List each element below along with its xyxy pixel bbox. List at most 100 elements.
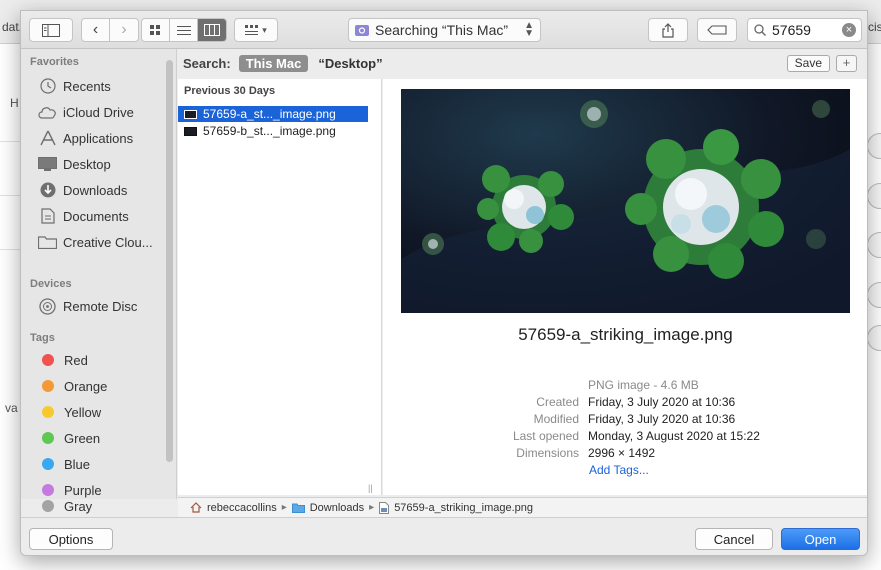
- sidebar-item-label: Desktop: [63, 156, 111, 172]
- folder-icon: [38, 234, 57, 251]
- folder-icon: [291, 503, 305, 513]
- group-by-button[interactable]: ▾: [234, 18, 278, 42]
- meta-key-created: Created: [536, 395, 579, 409]
- sidebar-item-label: iCloud Drive: [63, 104, 134, 120]
- sidebar-section-title: Favorites: [30, 56, 79, 68]
- file-name: 57659-b_st..._image.png: [203, 124, 336, 138]
- scope-this-mac-button[interactable]: This Mac: [238, 54, 309, 72]
- sidebar-item-desktop[interactable]: Desktop: [38, 153, 173, 175]
- sidebar-item-label: Applications: [63, 130, 134, 146]
- sidebar-item-label: Orange: [64, 378, 108, 394]
- location-popup[interactable]: Searching “This Mac” ▲ ▼: [348, 18, 541, 42]
- column-view-button[interactable]: [198, 19, 226, 41]
- meta-value-modified: Friday, 3 July 2020 at 10:36: [588, 412, 736, 426]
- sidebar-item-tag-red[interactable]: Red: [38, 349, 173, 371]
- home-icon: [190, 502, 202, 513]
- columns-icon: [204, 24, 220, 36]
- sidebar-item-label: Green: [64, 430, 101, 446]
- forward-button[interactable]: ›: [110, 19, 138, 41]
- list-view-button[interactable]: [170, 19, 198, 41]
- search-field[interactable]: 57659 ×: [747, 18, 862, 42]
- sidebar-item-documents[interactable]: Documents: [38, 205, 173, 227]
- sidebar-item-recents[interactable]: Recents: [38, 75, 173, 97]
- image-file-icon: [184, 126, 197, 136]
- tag-color-dot: [42, 406, 54, 418]
- cancel-button[interactable]: Cancel: [695, 528, 773, 550]
- share-icon: [662, 22, 674, 38]
- meta-key-modified: Modified: [533, 412, 579, 426]
- list-icon: [176, 25, 191, 35]
- back-forward-control: ‹ ›: [81, 18, 139, 42]
- path-item-downloads[interactable]: Downloads: [310, 502, 364, 514]
- options-button[interactable]: Options: [29, 528, 113, 550]
- file-name: 57659-a_st..._image.png: [203, 107, 336, 121]
- disc-icon: [38, 297, 57, 315]
- background-radio: [867, 232, 881, 258]
- path-item-file[interactable]: 57659-a_striking_image.png: [394, 502, 533, 514]
- file-kind: PNG image - 4.6 MB: [588, 378, 699, 392]
- sidebar-item-icloud-drive[interactable]: iCloud Drive: [38, 101, 173, 123]
- tag-color-dot: [42, 380, 54, 392]
- column-resize-handle[interactable]: ||: [368, 483, 373, 493]
- location-label: Searching “This Mac”: [375, 22, 509, 38]
- grid-icon: [150, 24, 160, 35]
- dialog-footer: Options Cancel Open: [21, 517, 867, 555]
- sidebar-item-label: Gray: [64, 498, 93, 514]
- background-fragment: cis: [868, 20, 881, 34]
- sidebar-section-title: Devices: [30, 278, 72, 290]
- sidebar-item-tag-gray[interactable]: Gray: [38, 495, 173, 517]
- search-input[interactable]: 57659: [772, 22, 811, 38]
- desktop-icon: [38, 156, 57, 173]
- cloud-icon: [38, 104, 57, 121]
- tag-button[interactable]: [697, 18, 737, 42]
- meta-key-last-opened: Last opened: [512, 429, 579, 443]
- preview-pane: 57659-a_striking_image.png PNG image - 4…: [383, 79, 867, 495]
- file-row[interactable]: 57659-b_st..._image.png: [178, 123, 368, 139]
- sidebar-scrollbar[interactable]: [166, 60, 173, 462]
- sidebar: Favorites Recents iCloud Drive Applicati…: [21, 49, 177, 499]
- add-criteria-button[interactable]: +: [836, 55, 857, 72]
- group-icon: [245, 24, 259, 35]
- tag-color-dot: [42, 354, 54, 366]
- path-item-home[interactable]: rebeccacollins: [207, 502, 277, 514]
- sidebar-item-label: Recents: [63, 78, 111, 94]
- icon-view-button[interactable]: [142, 19, 170, 41]
- meta-value-dimensions: 2996 × 1492: [588, 446, 656, 460]
- sidebar-item-applications[interactable]: Applications: [38, 127, 173, 149]
- scope-desktop-button[interactable]: “Desktop”: [318, 56, 382, 71]
- open-button[interactable]: Open: [781, 528, 860, 550]
- path-bar: rebeccacollins ▸ Downloads ▸ 57659-a_str…: [178, 497, 867, 517]
- sidebar-item-creative-cloud[interactable]: Creative Clou...: [38, 231, 173, 253]
- chevron-right-icon: ▸: [281, 502, 287, 513]
- tag-color-dot: [42, 500, 54, 512]
- applications-icon: [38, 130, 57, 147]
- back-button[interactable]: ‹: [82, 19, 110, 41]
- tag-icon: [707, 25, 727, 35]
- sidebar-item-tag-green[interactable]: Green: [38, 427, 173, 449]
- clear-search-icon[interactable]: ×: [842, 23, 856, 37]
- sidebar-item-label: Blue: [64, 456, 91, 472]
- save-search-button[interactable]: Save: [786, 55, 830, 72]
- sidebar-item-label: Red: [64, 352, 88, 368]
- file-row-selected[interactable]: 57659-a_st..._image.png: [178, 106, 368, 122]
- sidebar-item-tag-orange[interactable]: Orange: [38, 375, 173, 397]
- share-button[interactable]: [648, 18, 688, 42]
- sidebar-item-label: Yellow: [64, 404, 102, 420]
- chevron-left-icon: ‹: [92, 21, 99, 38]
- image-file-icon: [379, 501, 390, 514]
- preview-filename: 57659-a_striking_image.png: [518, 325, 733, 344]
- file-list-column: Previous 30 Days 57659-a_st..._image.png…: [178, 79, 382, 495]
- sidebar-item-remote-disc[interactable]: Remote Disc: [38, 295, 173, 317]
- sidebar-item-tag-blue[interactable]: Blue: [38, 453, 173, 475]
- chevron-right-icon: ▸: [369, 502, 375, 513]
- add-tags-link[interactable]: Add Tags...: [589, 463, 649, 477]
- sidebar-item-label: Creative Clou...: [63, 234, 153, 250]
- tag-color-dot: [42, 432, 54, 444]
- document-icon: [38, 208, 57, 225]
- sidebar-item-downloads[interactable]: Downloads: [38, 179, 173, 201]
- sidebar-item-tag-yellow[interactable]: Yellow: [38, 401, 173, 423]
- sidebar-toggle-button[interactable]: [29, 18, 73, 42]
- list-section-header: Previous 30 Days: [184, 85, 276, 97]
- sidebar-icon: [42, 23, 60, 37]
- sidebar-item-label: Downloads: [63, 182, 128, 198]
